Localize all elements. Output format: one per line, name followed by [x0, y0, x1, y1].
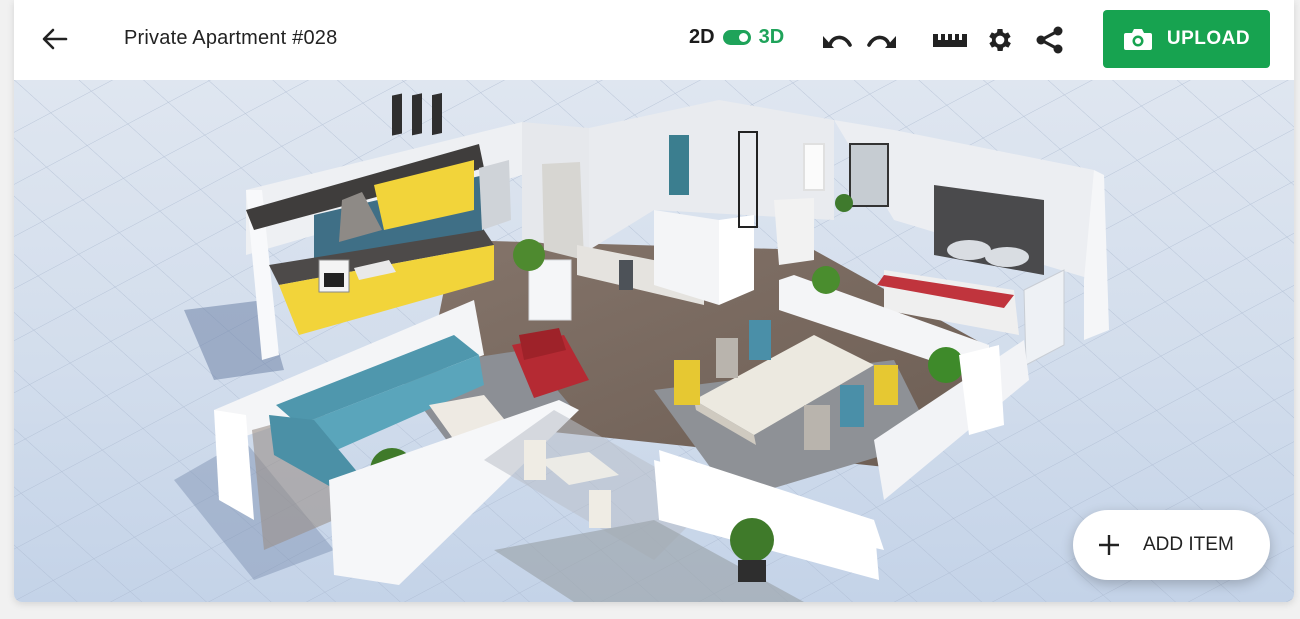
add-item-button[interactable]: ADD ITEM [1073, 510, 1270, 580]
share-button[interactable] [1032, 22, 1068, 58]
measure-button[interactable] [932, 22, 968, 58]
oven-window [324, 273, 344, 287]
camera-icon [1123, 29, 1152, 50]
share-icon [1036, 26, 1063, 54]
back-button[interactable] [38, 22, 72, 56]
pillow [985, 247, 1029, 267]
pillow [947, 240, 991, 260]
3d-viewport[interactable]: ADD ITEM [14, 80, 1294, 602]
chair-blue [749, 320, 771, 360]
dining-plant [928, 347, 964, 383]
bistro-chair [524, 440, 546, 480]
redo-icon [867, 35, 896, 48]
ruler-icon [933, 34, 967, 47]
redo-button[interactable] [864, 22, 900, 58]
planner-card: Private Apartment #028 2D 3D UPLOAD ADD … [14, 0, 1294, 602]
cabinet-glass [432, 93, 442, 136]
toggle-knob [738, 33, 748, 42]
chair-yellow [674, 360, 700, 405]
plus-icon [1099, 535, 1119, 555]
plant-leaves [513, 239, 545, 271]
chair-blue [840, 385, 864, 427]
bedroom-plant [812, 266, 840, 294]
view-mode-switch: 2D 3D [689, 26, 784, 49]
undo-icon [823, 35, 852, 48]
upload-button[interactable]: UPLOAD [1103, 10, 1270, 68]
project-title: Private Apartment #028 [124, 27, 338, 49]
mirror [803, 143, 825, 191]
bistro-chair [589, 490, 611, 528]
shower-curtain [669, 135, 689, 195]
add-item-label: ADD ITEM [1143, 534, 1234, 555]
mode-2d-label[interactable]: 2D [689, 26, 715, 49]
window-frame [479, 160, 511, 230]
chair-grey [716, 338, 738, 378]
mode-3d-label[interactable]: 3D [759, 26, 785, 49]
settings-button[interactable] [982, 22, 1018, 58]
gear-icon [989, 29, 1011, 51]
plant-pot [738, 560, 766, 582]
sideboard-shelf [619, 260, 633, 290]
chair-grey [804, 405, 830, 450]
cabinet-glass [412, 93, 422, 136]
upload-label: UPLOAD [1166, 28, 1251, 49]
cabinet-glass [392, 93, 402, 136]
balcony-plant [730, 518, 774, 562]
small-plant [835, 194, 853, 212]
top-toolbar: Private Apartment #028 2D 3D UPLOAD [14, 0, 1294, 80]
view-mode-toggle[interactable] [722, 30, 751, 45]
framed-picture [849, 143, 889, 207]
bathroom-partition [719, 215, 754, 305]
chair-yellow [874, 365, 898, 405]
vanity [774, 198, 814, 265]
arrow-left-icon [42, 28, 68, 50]
undo-button[interactable] [819, 22, 855, 58]
